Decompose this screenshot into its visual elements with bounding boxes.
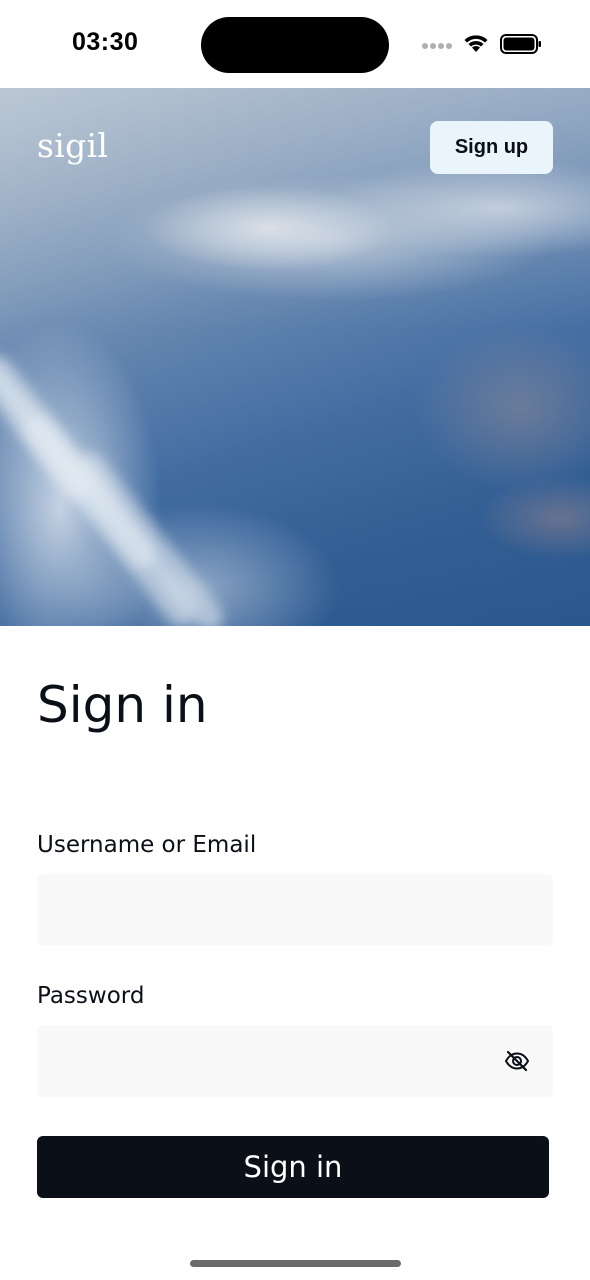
sign-up-button[interactable]: Sign up	[430, 121, 553, 174]
password-label: Password	[37, 983, 145, 1009]
status-time: 03:30	[72, 28, 139, 56]
brand-logo: sigil	[37, 126, 109, 165]
password-visibility-toggle[interactable]	[500, 1047, 534, 1075]
username-label: Username or Email	[37, 832, 257, 858]
status-icons	[420, 30, 545, 60]
signal-icon	[422, 43, 452, 49]
wifi-icon	[464, 35, 488, 52]
battery-icon	[500, 34, 541, 54]
dynamic-island	[201, 17, 389, 73]
home-indicator	[190, 1260, 401, 1267]
password-input[interactable]	[37, 1025, 553, 1097]
sign-in-button[interactable]: Sign in	[37, 1136, 549, 1198]
eye-slash-icon	[504, 1050, 530, 1072]
page-title: Sign in	[37, 676, 208, 734]
status-bar: 03:30	[0, 0, 590, 88]
sign-in-screen: 03:30 sigil Sign up Sign in Username or …	[0, 0, 590, 1280]
username-input[interactable]	[37, 874, 553, 946]
hero-image: sigil Sign up	[0, 88, 590, 626]
